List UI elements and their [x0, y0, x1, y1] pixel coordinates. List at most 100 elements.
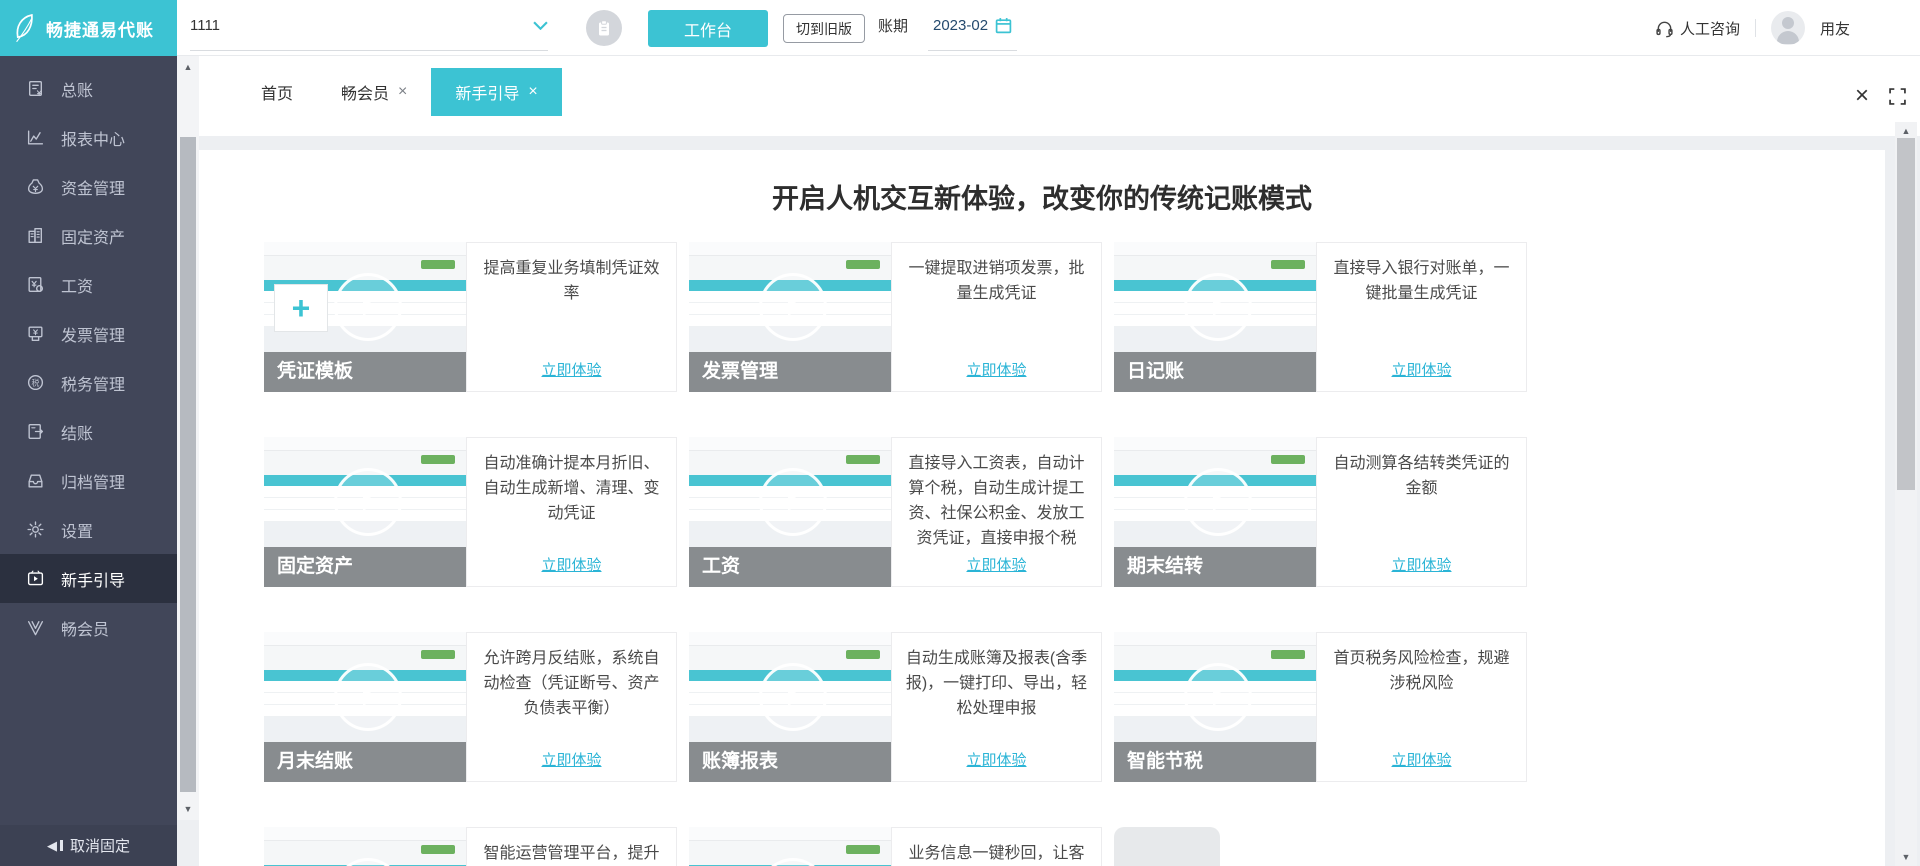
sidebar-item-archive-management[interactable]: 归档管理 [0, 456, 177, 505]
feature-card-fixed-assets: 固定资产 自动准确计提本月折旧、自动生成新增、清理、变动凭证 立即体验 [264, 437, 677, 587]
sidebar-item-report-center[interactable]: 报表中心 [0, 113, 177, 162]
unpin-sidebar-button[interactable]: ◀ 取消固定 [0, 825, 177, 866]
sidebar-scrollbar[interactable]: ▲ ▼ [177, 56, 199, 820]
feature-info: 智能运营管理平台，提升 [466, 827, 677, 866]
tab-close-icon[interactable]: × [398, 84, 407, 100]
tab-home[interactable]: 首页 [237, 68, 317, 116]
scroll-down-icon[interactable]: ▼ [177, 802, 199, 816]
collapse-left-icon: ◀ [46, 838, 57, 853]
sidebar-item-fixed-assets[interactable]: 固定资产 [0, 211, 177, 260]
sidebar-item-label: 归档管理 [61, 474, 126, 492]
play-button[interactable] [759, 273, 827, 341]
try-now-link[interactable]: 立即体验 [1391, 749, 1451, 770]
close-pane-icon[interactable]: × [1855, 84, 1869, 108]
main-scrollbar-thumb[interactable] [1897, 138, 1915, 490]
switch-old-version-button[interactable]: 切到旧版 [783, 14, 865, 43]
username[interactable]: 用友 [1820, 18, 1850, 39]
sidebar-item-invoice-management[interactable]: 发票管理 [0, 309, 177, 358]
sidebar-item-funds-management[interactable]: 资金管理 [0, 162, 177, 211]
sidebar-item-newbie-guide[interactable]: 新手引导 [0, 554, 177, 603]
play-button[interactable] [334, 468, 402, 536]
sidebar-item-label: 工资 [61, 278, 94, 296]
tab-close-icon[interactable]: × [528, 84, 537, 100]
sidebar-item-member[interactable]: 畅会员 [0, 603, 177, 652]
video-thumbnail[interactable]: 月末结账 [264, 632, 466, 782]
period-picker[interactable]: 2023-02 [928, 0, 1018, 51]
feature-info: 自动测算各结转类凭证的金额 立即体验 [1316, 437, 1527, 587]
main-scrollbar[interactable]: ▲ ▼ [1895, 122, 1917, 866]
video-thumbnail[interactable] [689, 827, 891, 866]
try-now-link[interactable]: 立即体验 [966, 359, 1026, 380]
try-now-link[interactable]: 立即体验 [1391, 359, 1451, 380]
feature-card-voucher-template: 凭证模板提高重复业务填制凭证效率立即体验 [264, 242, 677, 392]
member-icon [26, 618, 45, 637]
content-panel: 开启人机交互新体验，改变你的传统记账模式 凭证模板提高重复业务填制凭证效率立即体… [199, 150, 1885, 866]
sidebar-item-tax-management[interactable]: 税 税务管理 [0, 358, 177, 407]
sidebar-item-salary[interactable]: 工资 [0, 260, 177, 309]
try-now-link[interactable]: 立即体验 [541, 359, 601, 380]
tab-guide[interactable]: 新手引导 × [431, 68, 562, 116]
sidebar-nav: 总账报表中心资金管理 固定资产工资发票管理税 税务管理 结账归档管理设置 新手引导畅会员 [0, 64, 177, 652]
scroll-up-icon[interactable]: ▲ [177, 60, 199, 74]
tab-label: 畅会员 [341, 86, 390, 103]
video-thumbnail[interactable]: 发票管理 [689, 242, 891, 392]
play-button[interactable] [1184, 663, 1252, 731]
scroll-down-icon[interactable]: ▼ [1895, 850, 1917, 864]
sidebar-item-settings[interactable]: 设置 [0, 505, 177, 554]
video-thumbnail[interactable]: 工资 [689, 437, 891, 587]
play-button[interactable] [1184, 468, 1252, 536]
support-button[interactable]: 人工咨询 [1655, 18, 1740, 39]
try-now-link[interactable]: 立即体验 [541, 554, 601, 575]
play-button[interactable] [334, 273, 402, 341]
play-button[interactable] [334, 663, 402, 731]
sidebar-item-general-ledger[interactable]: 总账 [0, 64, 177, 113]
feature-card-ops-platform: 智能运营管理平台，提升 [264, 827, 677, 866]
try-now-link[interactable]: 立即体验 [966, 554, 1026, 575]
feature-info: 首页税务风险检查，规避涉税风险 立即体验 [1316, 632, 1527, 782]
sidebar-scrollbar-thumb[interactable] [180, 137, 196, 792]
feature-info: 自动准确计提本月折旧、自动生成新增、清理、变动凭证 立即体验 [466, 437, 677, 587]
unpin-label: 取消固定 [69, 838, 130, 855]
video-thumbnail[interactable]: 凭证模板 [264, 242, 466, 392]
video-thumbnail[interactable]: 账簿报表 [689, 632, 891, 782]
play-icon [788, 493, 803, 511]
sidebar-item-label: 畅会员 [61, 621, 110, 639]
play-button[interactable] [759, 663, 827, 731]
play-button[interactable] [1184, 273, 1252, 341]
video-thumbnail[interactable]: 期末结转 [1114, 437, 1316, 587]
sidebar-item-closing[interactable]: 结账 [0, 407, 177, 456]
video-thumbnail[interactable]: 固定资产 [264, 437, 466, 587]
avatar[interactable] [1770, 11, 1805, 45]
tab-label: 首页 [261, 86, 294, 103]
play-icon [1213, 688, 1228, 706]
video-thumbnail[interactable]: 智能节税 [1114, 632, 1316, 782]
sidebar-item-label: 总账 [61, 82, 94, 100]
company-selector[interactable]: 1111 [190, 0, 548, 51]
sidebar-item-label: 报表中心 [61, 131, 126, 149]
feature-desc: 直接导入工资表，自动计算个税，自动生成计提工资、社保公积金、发放工资凭证，直接申… [908, 455, 1085, 547]
calendar-icon [995, 17, 1012, 34]
video-label: 账簿报表 [689, 742, 891, 782]
play-button[interactable] [759, 468, 827, 536]
top-header: 畅捷通易代账 1111 工作台 切到旧版 账期 2023-02 人工咨询 用友 [0, 0, 1920, 56]
feature-desc: 允许跨月反结账，系统自动检查（凭证断号、资产负债表平衡） [483, 650, 660, 717]
feature-card-invoice-management: 发票管理 一键提取进销项发票，批量生成凭证 立即体验 [689, 242, 1102, 392]
feature-card-cash-journal: 日记账 直接导入银行对账单，一键批量生成凭证 立即体验 [1114, 242, 1527, 392]
try-now-link[interactable]: 立即体验 [541, 749, 601, 770]
clipboard-icon[interactable] [586, 10, 622, 46]
workbench-button[interactable]: 工作台 [648, 10, 768, 47]
fullscreen-icon[interactable] [1889, 87, 1906, 105]
feature-desc: 自动生成账簿及报表(含季报)，一键打印、导出，轻松处理申报 [905, 650, 1088, 717]
invoice-icon [26, 324, 45, 343]
main-area: 首页畅会员×新手引导× × 开启人机交互新体验，改变你的传统记账模式 凭证模板提… [199, 56, 1920, 866]
video-thumbnail[interactable]: 日记账 [1114, 242, 1316, 392]
try-now-link[interactable]: 立即体验 [966, 749, 1026, 770]
play-icon [788, 688, 803, 706]
feature-info: 自动生成账簿及报表(含季报)，一键打印、导出，轻松处理申报立即体验 [891, 632, 1102, 782]
try-now-link[interactable]: 立即体验 [1391, 554, 1451, 575]
video-thumbnail[interactable] [264, 827, 466, 866]
scroll-up-icon[interactable]: ▲ [1895, 124, 1917, 138]
video-label: 智能节税 [1114, 742, 1316, 782]
tab-member[interactable]: 畅会员 × [317, 68, 431, 116]
play-icon [363, 298, 378, 316]
